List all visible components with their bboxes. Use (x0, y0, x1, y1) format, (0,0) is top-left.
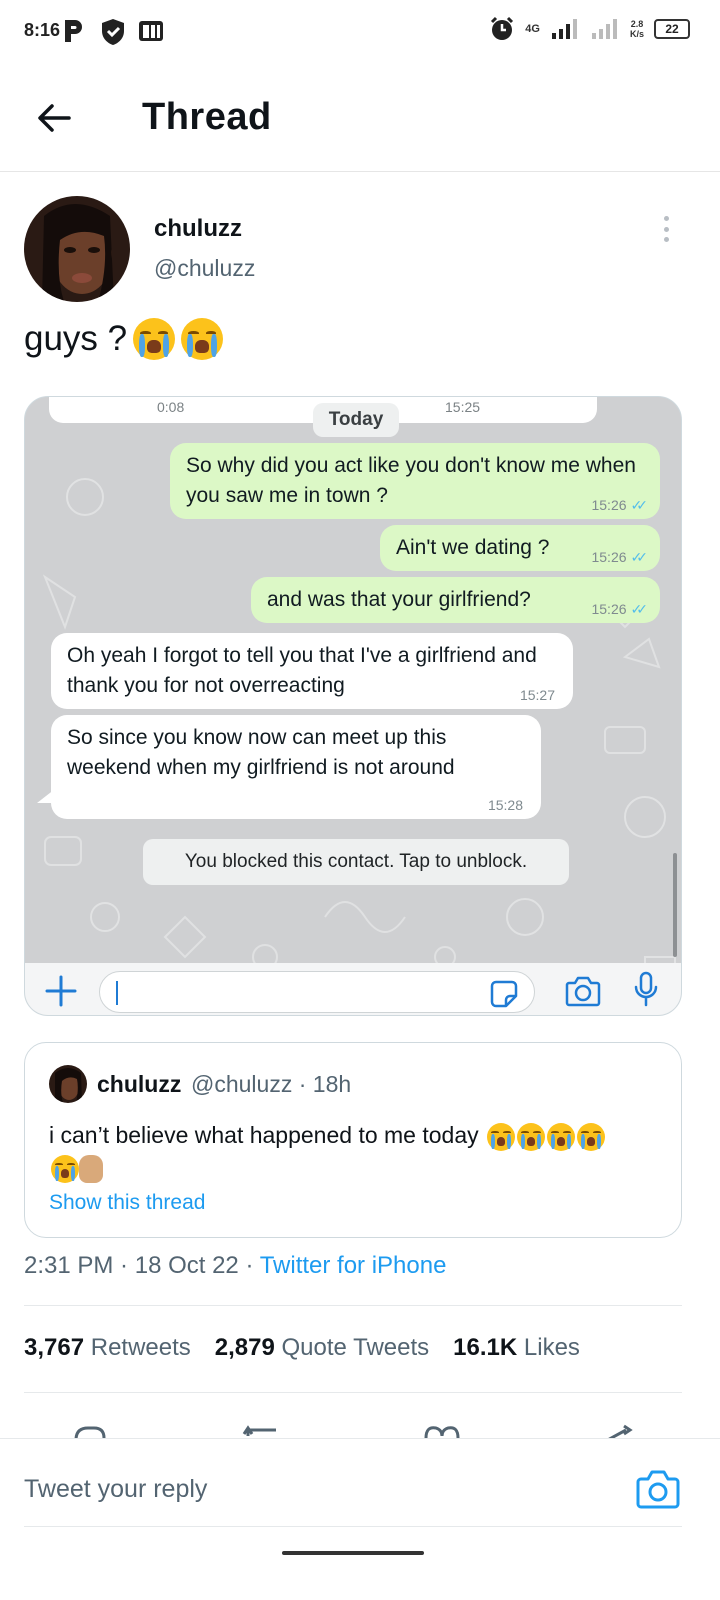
author-avatar[interactable] (24, 196, 130, 302)
divider (24, 1526, 682, 1527)
show-thread-link[interactable]: Show this thread (49, 1191, 205, 1215)
tweet-text: guys ? (24, 318, 224, 360)
microphone-icon (634, 971, 658, 1007)
quoted-author-meta: @chuluzz · 18h (191, 1071, 352, 1097)
divider (24, 1305, 682, 1306)
avatar-image (49, 1065, 87, 1103)
header: Thread (0, 64, 720, 172)
signal-icon (551, 19, 577, 39)
signal-2-icon (591, 19, 617, 39)
quoted-author-avatar (49, 1065, 87, 1103)
battery-icon: 22 (654, 19, 690, 39)
message-bubble-outgoing: So why did you act like you don't know m… (170, 443, 660, 519)
camera-icon (565, 976, 601, 1007)
chat-input-bar (25, 963, 681, 1015)
crying-face-icon (181, 318, 224, 360)
tweet-stats: 3,767 Retweets 2,879 Quote Tweets 16.1K … (24, 1334, 580, 1362)
retweet-icon[interactable] (240, 1422, 284, 1438)
likes-stat[interactable]: 16.1K Likes (453, 1334, 580, 1362)
avatar-image (24, 196, 130, 302)
network-type: 4G (525, 23, 540, 35)
dot-icon (663, 226, 669, 232)
author-name[interactable]: chuluzz (154, 215, 242, 243)
network-speed: 2.8 K/s (629, 19, 644, 39)
pi-app-icon (139, 21, 163, 41)
status-time: 8:16 (24, 20, 61, 40)
crying-face-icon (547, 1122, 576, 1151)
read-ticks-icon: ✓✓ (630, 497, 649, 513)
quoted-tweet-text: i can’t believe what happened to me toda… (49, 1119, 659, 1183)
page-title: Thread (142, 96, 272, 138)
message-bubble-outgoing: and was that your girlfriend? 15:26 ✓✓ (251, 577, 660, 623)
read-ticks-icon: ✓✓ (630, 549, 649, 565)
tweet-text-content: guys ? (24, 319, 128, 358)
sticker-icon (490, 980, 518, 1008)
retweets-stat[interactable]: 3,767 Retweets (24, 1334, 191, 1362)
crying-face-icon (487, 1122, 516, 1151)
status-right: 4G 2.8 K/s 22 (489, 16, 690, 42)
text-cursor (116, 981, 118, 1005)
plus-icon (45, 975, 77, 1007)
camera-icon[interactable] (636, 1469, 680, 1509)
chat-screenshot-image[interactable]: 0:08 15:25 Today So why did you act like… (24, 396, 682, 1016)
raised-hand-icon (79, 1154, 103, 1183)
divider (24, 1392, 682, 1393)
crying-face-icon (577, 1122, 606, 1151)
reply-icon[interactable] (70, 1422, 110, 1438)
arrow-left-icon (38, 104, 71, 132)
message-input (99, 971, 535, 1013)
message-bubble-incoming: So since you know now can meet up this w… (51, 715, 541, 819)
message-bubble-outgoing: Ain't we dating ? 15:26 ✓✓ (380, 525, 660, 571)
dot-icon (663, 237, 669, 242)
quoted-author-name: chuluzz (97, 1071, 182, 1097)
status-bar: 8:16 4G 2.8 K/s 22 (0, 0, 720, 64)
share-icon[interactable] (596, 1422, 636, 1438)
scrollbar (673, 853, 677, 957)
tweet-timestamp: 2:31 PM · 18 Oct 22 · Twitter for iPhone (24, 1252, 447, 1279)
alarm-icon (491, 16, 514, 40)
quoted-tweet[interactable]: chuluzz @chuluzz · 18h i can’t believe w… (24, 1042, 682, 1238)
heart-icon[interactable] (422, 1422, 462, 1438)
crying-face-icon (51, 1154, 79, 1183)
back-button[interactable] (34, 98, 74, 138)
quote-tweets-stat[interactable]: 2,879 Quote Tweets (215, 1334, 429, 1362)
dot-icon (663, 216, 669, 221)
home-indicator[interactable] (282, 1551, 424, 1555)
blocked-notice: You blocked this contact. Tap to unblock… (143, 839, 569, 885)
author-handle[interactable]: @chuluzz (154, 255, 255, 282)
read-ticks-icon: ✓✓ (630, 601, 649, 617)
tweet-source-link[interactable]: Twitter for iPhone (260, 1252, 447, 1279)
message-bubble-incoming: Oh yeah I forgot to tell you that I've a… (51, 633, 573, 709)
reply-bar: Tweet your reply (0, 1438, 720, 1538)
reply-input[interactable]: Tweet your reply (24, 1475, 207, 1504)
crying-face-icon (517, 1122, 546, 1151)
p-app-icon (65, 20, 82, 42)
crying-face-icon (133, 318, 176, 360)
shield-icon (102, 19, 124, 45)
more-options-button[interactable] (656, 214, 676, 244)
tweet-actions (0, 1416, 720, 1438)
date-separator: Today (313, 403, 399, 437)
